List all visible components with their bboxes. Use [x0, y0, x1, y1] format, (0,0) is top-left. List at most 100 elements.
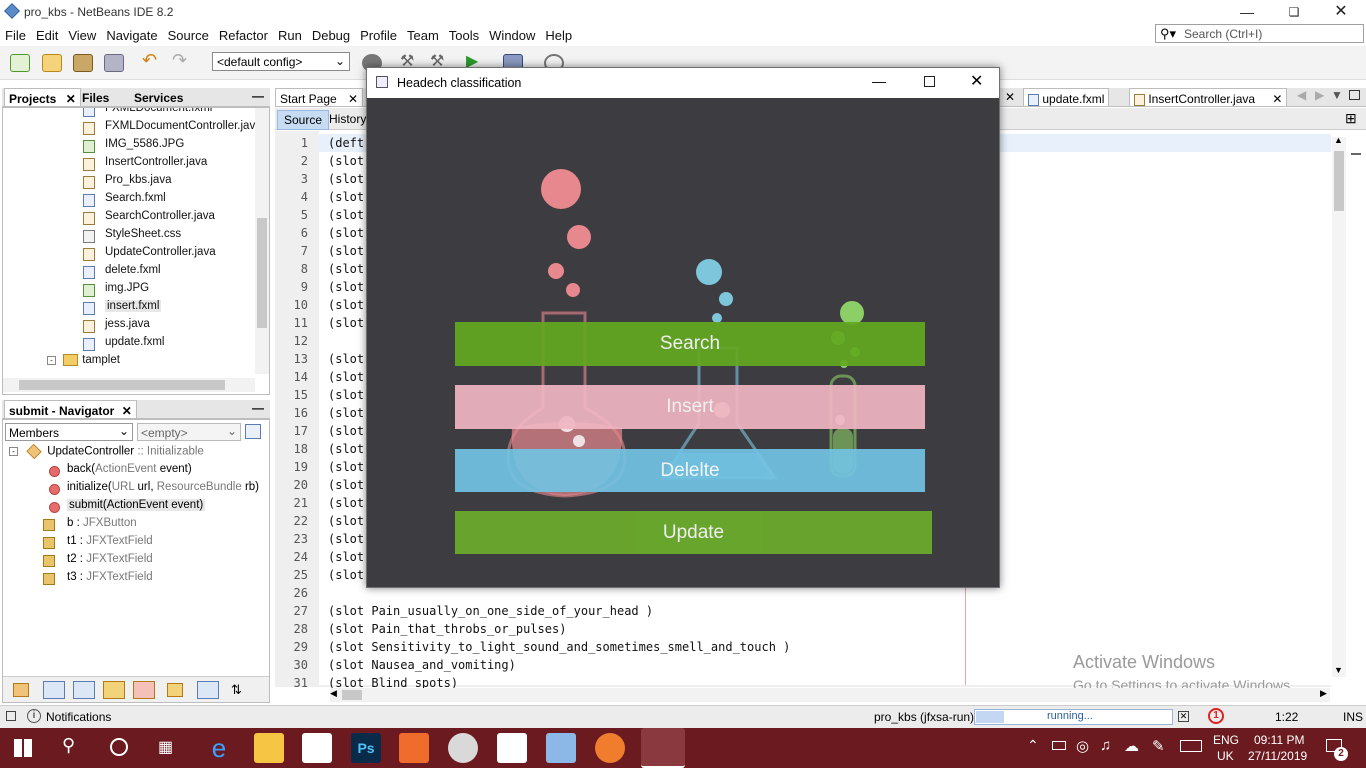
network-icon[interactable]: ◎ [1076, 737, 1089, 755]
restore-icon[interactable]: ❏ [1271, 0, 1317, 24]
tab-source[interactable]: Source [277, 110, 330, 130]
nav-field-b[interactable]: b : JFXButton [43, 517, 137, 535]
tab-projects[interactable]: Projects ✕ [4, 88, 81, 106]
tree-vscrollbar[interactable] [255, 108, 269, 374]
close-icon[interactable]: ✕ [66, 92, 76, 106]
ide-search-input[interactable]: ⚲▾ Search (Ctrl+I) [1155, 24, 1364, 43]
open-project-icon[interactable] [73, 54, 93, 72]
nav-field-t1[interactable]: t1 : JFXTextField [43, 535, 153, 553]
redo-icon[interactable]: ↷ [172, 50, 192, 70]
new-project-icon[interactable] [42, 54, 62, 72]
edge-icon[interactable]: e [204, 733, 234, 763]
sort-by-name-icon[interactable] [197, 681, 219, 699]
scroll-left-icon[interactable]: ◀ [1297, 88, 1306, 102]
start-icon[interactable] [14, 739, 32, 757]
mail-icon[interactable] [302, 733, 332, 763]
inherited-icon[interactable] [13, 683, 29, 697]
netbeans-task-icon[interactable] [546, 733, 576, 763]
minimize-panel-icon[interactable]: — [252, 89, 264, 103]
sort-by-source-icon[interactable]: ⇅ [231, 682, 242, 698]
nav-method-back[interactable]: back(ActionEvent event) [47, 463, 192, 481]
menu-navigate[interactable]: Navigate [101, 24, 162, 43]
collapse-icon[interactable]: - [9, 447, 18, 456]
nav-method-initialize[interactable]: initialize(URL url, ResourceBundle rb) [47, 481, 259, 499]
xampp-icon[interactable] [399, 733, 429, 763]
tree-file-item[interactable]: Pro_kbs.java [83, 174, 171, 192]
menu-team[interactable]: Team [402, 24, 444, 43]
error-stripe[interactable] [1347, 137, 1365, 677]
tree-file-item[interactable]: UpdateController.java [83, 246, 216, 264]
region-label[interactable]: UK [1217, 749, 1234, 763]
minimize-icon[interactable]: — [1224, 0, 1270, 24]
menu-source[interactable]: Source [163, 24, 214, 43]
tree-hscrollbar[interactable] [3, 378, 255, 392]
onedrive-icon[interactable]: ☁ [1124, 737, 1139, 755]
delete-button[interactable]: Delelte [455, 449, 925, 492]
volume-icon[interactable]: ♫ [1100, 737, 1111, 754]
menu-view[interactable]: View [63, 24, 101, 43]
menu-refactor[interactable]: Refactor [214, 24, 273, 43]
store-icon[interactable] [497, 733, 527, 763]
fields-toggle-icon[interactable] [43, 681, 65, 699]
nonpublic-toggle-icon[interactable] [103, 681, 125, 699]
clock-time[interactable]: 09:11 PM [1254, 733, 1304, 747]
tab-services[interactable]: Services [130, 88, 187, 106]
hscroll-thumb[interactable] [19, 380, 225, 390]
maximize-icon[interactable] [924, 76, 935, 87]
scroll-right-icon[interactable]: ▶ [1320, 688, 1327, 699]
close-icon[interactable]: ✕ [122, 404, 132, 418]
maximize-icon[interactable] [1349, 90, 1360, 100]
chevron-down-icon[interactable]: ▼ [1334, 665, 1343, 675]
filter-select[interactable]: <empty> ⌄ [137, 423, 241, 441]
code-line[interactable]: 26 [276, 586, 966, 604]
menu-debug[interactable]: Debug [307, 24, 355, 43]
tree-file-item[interactable]: SearchController.java [83, 210, 215, 228]
scroll-right-icon[interactable]: ▶ [1315, 88, 1324, 102]
tab-start-page[interactable]: Start Page ✕ [275, 88, 364, 106]
editor-vscrollbar[interactable]: ▲ ▼ [1332, 135, 1346, 677]
tab-navigator[interactable]: submit - Navigator ✕ [4, 400, 137, 418]
undo-icon[interactable]: ↶ [142, 50, 162, 70]
nav-field-t2[interactable]: t2 : JFXTextField [43, 553, 153, 571]
tab-insertcontroller[interactable]: InsertController.java ✕ [1129, 88, 1288, 106]
menu-profile[interactable]: Profile [355, 24, 402, 43]
hscroll-thumb[interactable] [342, 690, 362, 700]
insert-button[interactable]: Insert [455, 385, 925, 429]
split-icon[interactable]: ⊞ [1345, 110, 1357, 127]
menu-run[interactable]: Run [273, 24, 307, 43]
snipping-tool-icon[interactable] [448, 733, 478, 763]
scroll-thumb[interactable] [1334, 151, 1344, 211]
restore-windows-icon[interactable] [6, 711, 16, 721]
battery-icon[interactable] [1052, 741, 1066, 750]
tree-file-item[interactable]: jess.java [83, 318, 150, 336]
photoshop-icon[interactable]: Ps [351, 733, 381, 763]
scroll-thumb[interactable] [257, 218, 267, 328]
inner-class-icon[interactable] [133, 681, 155, 699]
code-line[interactable]: 30 (slot Nausea_and_vomiting) [276, 658, 966, 676]
menu-edit[interactable]: Edit [31, 24, 63, 43]
notifications-label[interactable]: Notifications [46, 710, 111, 724]
new-file-icon[interactable] [10, 54, 30, 72]
keyboard-icon[interactable] [1180, 740, 1202, 752]
fqn-icon[interactable] [167, 683, 183, 697]
tree-file-item[interactable]: insert.fxml [83, 300, 162, 318]
menu-tools[interactable]: Tools [444, 24, 484, 43]
config-select[interactable]: <default config> ⌄ [212, 52, 350, 71]
static-toggle-icon[interactable] [73, 681, 95, 699]
code-line[interactable]: 28 (slot Pain_that_throbs_or_pulses) [276, 622, 966, 640]
tab-update-fxml[interactable]: update.fxml [1023, 88, 1110, 106]
language-label[interactable]: ENG [1213, 733, 1239, 747]
minimize-panel-icon[interactable]: — [252, 401, 264, 415]
code-line[interactable]: 29 (slot Sensitivity_to_light_sound_and_s… [276, 640, 966, 658]
menu-help[interactable]: Help [540, 24, 577, 43]
filter-options-icon[interactable] [245, 424, 261, 439]
tree-folder-tamplet[interactable]: - tamplet [47, 354, 120, 372]
clock-date[interactable]: 27/11/2019 [1248, 749, 1307, 763]
search-button[interactable]: Search [455, 322, 925, 366]
search-icon[interactable]: ⚲ [62, 735, 75, 756]
save-all-icon[interactable] [104, 54, 124, 72]
tree-file-item[interactable]: FXMLDocument.fxml [83, 108, 212, 120]
nav-field-t3[interactable]: t3 : JFXTextField [43, 571, 153, 589]
scroll-left-icon[interactable]: ◀ [330, 688, 337, 699]
file-explorer-icon[interactable] [254, 733, 284, 763]
